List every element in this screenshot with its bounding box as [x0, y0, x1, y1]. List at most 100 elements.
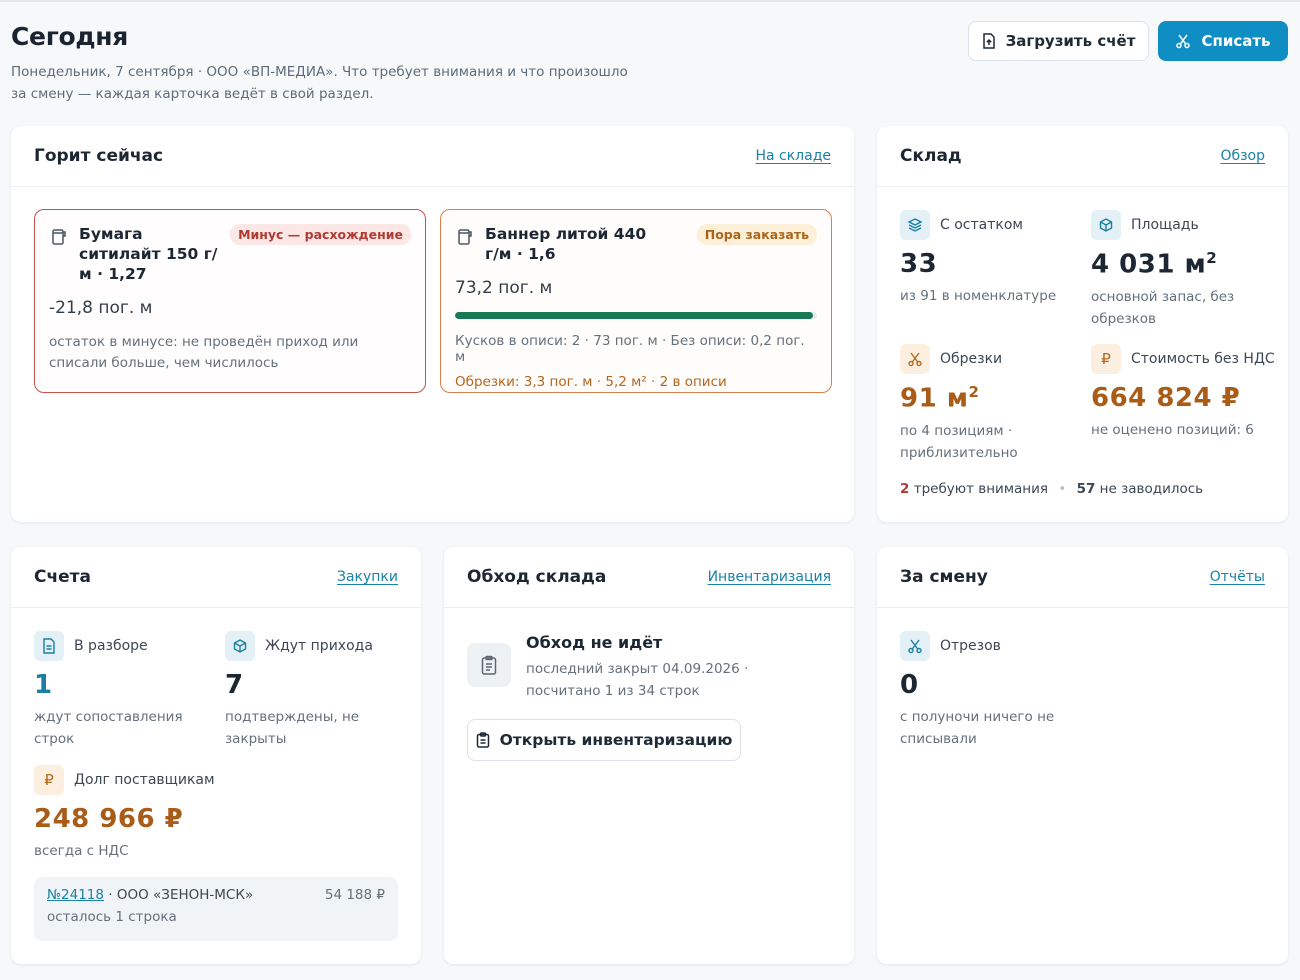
- page-title: Сегодня: [11, 22, 128, 51]
- writeoff-button[interactable]: Списать: [1158, 21, 1288, 61]
- stat-in-stock: С остатком 33 из 91 в номенклатуре: [900, 210, 1080, 307]
- stat-description: всегда с НДС: [34, 843, 129, 859]
- attention-summary[interactable]: 2 требуют внимания • 57 не заводилось: [900, 481, 1203, 497]
- stat-description: с полуночи ничего не списывали: [900, 709, 1055, 747]
- urgent-item-title: Баннер литой 440 г/м · 1,6: [485, 225, 647, 263]
- stat-value: 7: [225, 670, 244, 700]
- urgent-item-title: Бумага ситилайт 150 г/м · 1,27: [79, 225, 218, 283]
- stat-description: из 91 в номенклатуре: [900, 288, 1057, 304]
- shift-card-header: За смену Отчёты: [877, 547, 1288, 608]
- clipboard-icon: [467, 643, 511, 687]
- invoice-remaining: осталось 1 строка: [47, 909, 177, 925]
- stat-area: Площадь 4 031 м2 основной запас, без обр…: [1091, 210, 1271, 330]
- urgent-item-note: остаток в минусе: не проведён приход или…: [49, 334, 359, 371]
- shift-card-title: За смену: [900, 567, 988, 587]
- scissors-icon: [1176, 34, 1191, 49]
- urgent-item-paper[interactable]: Бумага ситилайт 150 г/м · 1,27 Минус — р…: [34, 209, 426, 393]
- urgent-item-scraps: Обрезки: 3,3 пог. м · 5,2 м² · 2 в описи: [455, 374, 727, 390]
- stat-label: Долг поставщикам: [74, 772, 215, 788]
- roll-icon: [458, 229, 472, 245]
- stat-description: по 4 позициям · приблизительно: [900, 422, 1018, 461]
- stat-debt: ₽ Долг поставщикам 248 966 ₽ всегда с НД…: [34, 765, 374, 862]
- upload-invoice-button[interactable]: Загрузить счёт: [968, 21, 1149, 61]
- document-icon: [34, 631, 64, 661]
- invoices-card-link[interactable]: Закупки: [337, 569, 398, 585]
- status-badge: Пора заказать: [696, 224, 817, 245]
- stat-value: 33: [900, 249, 938, 279]
- open-inventory-label: Открыть инвентаризацию: [499, 731, 733, 749]
- box-icon: [1091, 210, 1121, 240]
- stat-description: ждут сопоставления строк: [34, 709, 183, 747]
- stock-progress-bar: [455, 312, 817, 319]
- walk-description: последний закрыт 04.09.2026 · посчитано …: [526, 661, 749, 699]
- layers-icon: [900, 210, 930, 240]
- walk-status: Обход не идёт: [526, 633, 663, 652]
- warehouse-card-title: Склад: [900, 146, 962, 166]
- shift-card-link[interactable]: Отчёты: [1210, 569, 1265, 585]
- warehouse-card: Склад Обзор С остатком 33 из 91 в номенк…: [877, 126, 1288, 522]
- stat-value: 664 824 ₽: [1091, 383, 1241, 413]
- stock-progress-fill: [455, 312, 814, 319]
- invoice-row[interactable]: №24118 · ООО «ЗЕНОН-МСК» 54 188 ₽ остало…: [34, 877, 398, 941]
- attention-text: требуют внимания: [913, 481, 1049, 497]
- warehouse-card-header: Склад Обзор: [877, 126, 1288, 187]
- separator-dot: •: [1058, 481, 1067, 497]
- stat-label: Отрезов: [940, 638, 1001, 654]
- urgent-item-banner[interactable]: Баннер литой 440 г/м · 1,6 Пора заказать…: [440, 209, 832, 393]
- top-divider: [0, 0, 1300, 2]
- stat-label: Стоимость без НДС: [1131, 351, 1275, 367]
- stat-scraps: Обрезки 91 м2 по 4 позициям · приблизите…: [900, 344, 1080, 464]
- invoices-card-title: Счета: [34, 567, 92, 587]
- stat-awaiting: Ждут прихода 7 подтверждены, не закрыты: [225, 631, 405, 750]
- invoice-number-link[interactable]: №24118: [47, 887, 104, 903]
- warehouse-card-link[interactable]: Обзор: [1220, 148, 1265, 164]
- stat-value: 0: [900, 670, 919, 700]
- stat-label: Ждут прихода: [265, 638, 373, 654]
- page-subtitle: Понедельник, 7 сентября · ООО «ВП-МЕДИА»…: [11, 64, 628, 102]
- stat-description: подтверждены, не закрыты: [225, 709, 360, 747]
- attention-count: 2: [900, 481, 910, 497]
- stat-cuts: Отрезов 0 с полуночи ничего не списывали: [900, 631, 1090, 750]
- stat-label: Площадь: [1131, 217, 1199, 233]
- writeoff-label: Списать: [1201, 32, 1271, 50]
- shift-card: За смену Отчёты Отрезов 0 с полуночи нич…: [877, 547, 1288, 964]
- status-badge: Минус — расхождение: [230, 224, 411, 245]
- ruble-icon: ₽: [34, 765, 64, 795]
- stat-value: 91 м2: [900, 383, 980, 414]
- urgent-card: Горит сейчас На складе Бумага ситилайт 1…: [11, 126, 854, 522]
- ruble-icon: ₽: [1091, 344, 1121, 374]
- urgent-card-title: Горит сейчас: [34, 146, 164, 166]
- urgent-item-value: 73,2 пог. м: [455, 278, 553, 298]
- roll-icon: [52, 229, 66, 245]
- never-text: не заводилось: [1099, 481, 1204, 497]
- stat-in-review: В разборе 1 ждут сопоставления строк: [34, 631, 214, 750]
- file-upload-icon: [982, 33, 995, 49]
- scissors-icon: [900, 631, 930, 661]
- urgent-item-meta: Кусков в описи: 2 · 73 пог. м · Без опис…: [455, 333, 805, 365]
- stat-value: 4 031 м2: [1091, 249, 1218, 280]
- walk-card: Обход склада Инвентаризация Обход не идё…: [444, 547, 854, 964]
- stat-value: 1: [34, 670, 53, 700]
- box-icon: [225, 631, 255, 661]
- scissors-icon: [900, 344, 930, 374]
- urgent-card-link[interactable]: На складе: [755, 148, 831, 164]
- walk-card-title: Обход склада: [467, 567, 607, 587]
- invoice-supplier: · ООО «ЗЕНОН-МСК»: [104, 887, 254, 903]
- stat-cost: ₽ Стоимость без НДС 664 824 ₽ не оценено…: [1091, 344, 1281, 441]
- clipboard-icon: [476, 732, 489, 748]
- stat-description: не оценено позиций: 6: [1091, 422, 1254, 438]
- walk-card-header: Обход склада Инвентаризация: [444, 547, 854, 608]
- open-inventory-button[interactable]: Открыть инвентаризацию: [467, 719, 741, 761]
- walk-card-link[interactable]: Инвентаризация: [708, 569, 831, 585]
- invoices-card-header: Счета Закупки: [11, 547, 421, 608]
- stat-value: 248 966 ₽: [34, 804, 184, 834]
- stat-description: основной запас, без обрезков: [1091, 288, 1235, 327]
- urgent-card-header: Горит сейчас На складе: [11, 126, 854, 187]
- stat-label: Обрезки: [940, 351, 1003, 367]
- never-count: 57: [1076, 481, 1096, 497]
- stat-label: С остатком: [940, 217, 1023, 233]
- invoice-amount: 54 188 ₽: [324, 887, 385, 903]
- urgent-item-value: -21,8 пог. м: [49, 298, 153, 318]
- upload-invoice-label: Загрузить счёт: [1005, 32, 1136, 50]
- invoices-card: Счета Закупки В разборе 1 ждут сопоставл…: [11, 547, 421, 964]
